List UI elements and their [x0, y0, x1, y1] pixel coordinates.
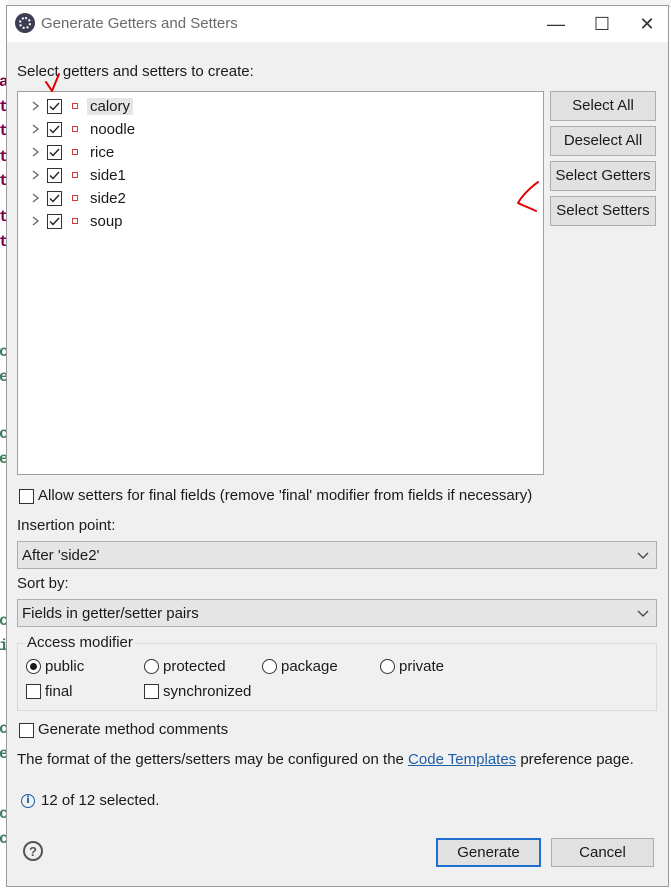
chevron-down-icon	[636, 548, 650, 562]
selection-status: 12 of 12 selected.	[41, 792, 160, 809]
insertion-point-select[interactable]: After 'side2'	[17, 541, 657, 569]
chevron-right-icon[interactable]	[28, 145, 42, 159]
checkmark-icon	[49, 171, 60, 180]
deselect-all-button[interactable]: Deselect All	[550, 126, 656, 156]
package-radio[interactable]	[262, 659, 277, 674]
allow-final-setters-checkbox[interactable]	[19, 489, 34, 504]
field-name: noodle	[90, 121, 136, 138]
protected-label: protected	[163, 658, 226, 675]
field-row[interactable]: rice	[18, 142, 538, 164]
fields-label: Select getters and setters to create:	[17, 63, 254, 80]
synchronized-checkbox[interactable]	[144, 684, 159, 699]
private-field-icon	[72, 218, 78, 224]
public-label: public	[45, 658, 85, 675]
field-row[interactable]: soup	[18, 211, 538, 233]
generate-comments-checkbox[interactable]	[19, 723, 34, 738]
close-button[interactable]: ✕	[624, 6, 670, 42]
minimize-button[interactable]: —	[533, 6, 579, 42]
info-icon: i	[21, 794, 35, 808]
sort-by-select[interactable]: Fields in getter/setter pairs	[17, 599, 657, 627]
checkmark-icon	[49, 148, 60, 157]
chevron-right-icon[interactable]	[28, 122, 42, 136]
window-title: Generate Getters and Setters	[41, 15, 238, 32]
format-note-after: preference page.	[516, 751, 634, 768]
field-name: side1	[90, 167, 126, 184]
generate-comments-label: Generate method comments	[38, 721, 229, 738]
protected-radio[interactable]	[144, 659, 159, 674]
public-radio[interactable]	[26, 659, 41, 674]
help-icon[interactable]: ?	[23, 841, 43, 861]
format-note: The format of the getters/setters may be…	[17, 751, 634, 768]
select-setters-button[interactable]: Select Setters	[550, 196, 656, 226]
private-field-icon	[72, 172, 78, 178]
chevron-right-icon[interactable]	[28, 99, 42, 113]
final-label: final	[45, 683, 73, 700]
field-checkbox[interactable]	[47, 145, 62, 160]
private-field-icon	[72, 126, 78, 132]
checkmark-icon	[49, 194, 60, 203]
checkmark-icon	[49, 102, 60, 111]
package-label: package	[281, 658, 338, 675]
field-name: soup	[90, 213, 123, 230]
select-all-button[interactable]: Select All	[550, 91, 656, 121]
field-row[interactable]: calory	[18, 96, 538, 118]
sort-by-label: Sort by:	[17, 575, 69, 592]
sort-by-value: Fields in getter/setter pairs	[22, 605, 199, 622]
access-modifier-group	[17, 643, 657, 711]
private-label: private	[399, 658, 445, 675]
private-field-icon	[72, 103, 78, 109]
fields-tree[interactable]: calory noodle rice side1 side2 soup	[17, 91, 544, 475]
field-name: side2	[90, 190, 126, 207]
insertion-point-value: After 'side2'	[22, 547, 100, 564]
field-name: calory	[87, 98, 134, 115]
chevron-right-icon[interactable]	[28, 214, 42, 228]
private-field-icon	[72, 149, 78, 155]
code-templates-link[interactable]: Code Templates	[408, 751, 516, 768]
synchronized-label: synchronized	[163, 683, 252, 700]
checkmark-icon	[49, 217, 60, 226]
insertion-point-label: Insertion point:	[17, 517, 116, 534]
title-bar: Generate Getters and Setters — ☐ ✕	[7, 6, 668, 42]
field-row[interactable]: noodle	[18, 119, 538, 141]
cancel-button[interactable]: Cancel	[551, 838, 654, 867]
format-note-before: The format of the getters/setters may be…	[17, 751, 409, 768]
field-checkbox[interactable]	[47, 122, 62, 137]
allow-final-setters-label: Allow setters for final fields (remove '…	[38, 487, 533, 504]
maximize-button[interactable]: ☐	[579, 6, 625, 42]
chevron-right-icon[interactable]	[28, 168, 42, 182]
private-radio[interactable]	[380, 659, 395, 674]
field-checkbox[interactable]	[47, 214, 62, 229]
field-checkbox[interactable]	[47, 168, 62, 183]
select-getters-button[interactable]: Select Getters	[550, 161, 656, 191]
eclipse-gear-icon	[15, 13, 35, 33]
field-name: rice	[90, 144, 115, 161]
field-row[interactable]: side2	[18, 188, 538, 210]
generate-button[interactable]: Generate	[436, 838, 541, 867]
field-checkbox[interactable]	[47, 99, 62, 114]
chevron-right-icon[interactable]	[28, 191, 42, 205]
private-field-icon	[72, 195, 78, 201]
field-row[interactable]: side1	[18, 165, 538, 187]
generate-getters-setters-dialog: Generate Getters and Setters — ☐ ✕ Selec…	[6, 5, 669, 887]
access-modifier-title: Access modifier	[25, 634, 135, 651]
final-checkbox[interactable]	[26, 684, 41, 699]
checkmark-icon	[49, 125, 60, 134]
chevron-down-icon	[636, 606, 650, 620]
field-checkbox[interactable]	[47, 191, 62, 206]
